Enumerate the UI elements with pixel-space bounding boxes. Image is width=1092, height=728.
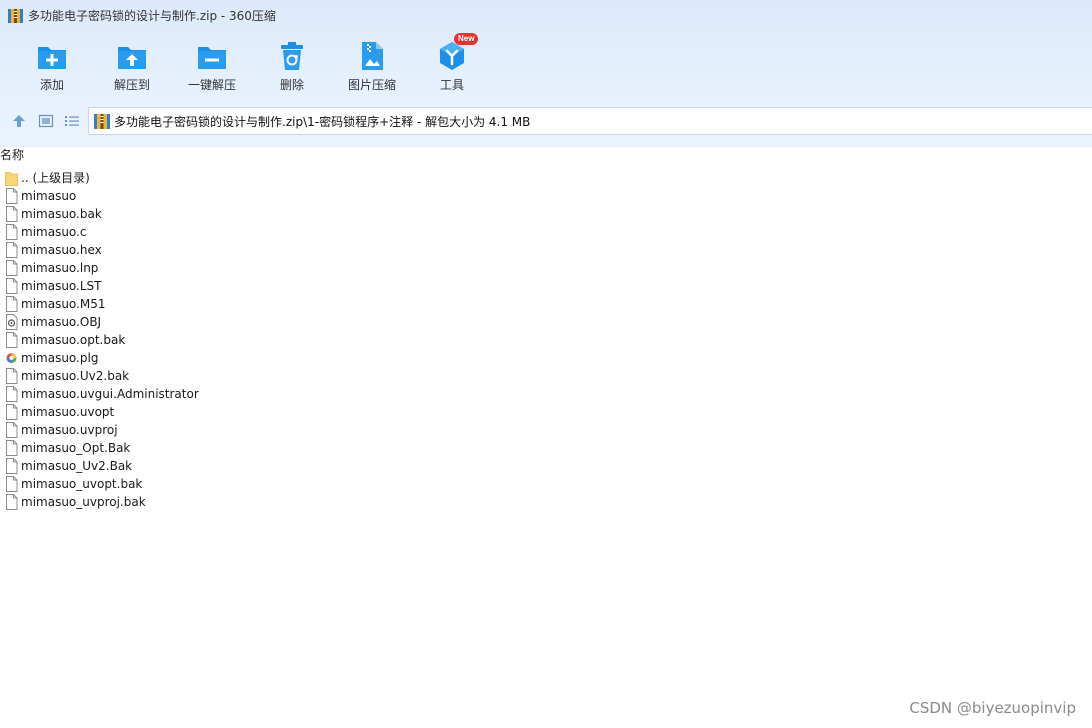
file-row[interactable]: mimasuo	[0, 187, 1092, 205]
file-name: mimasuo.M51	[21, 297, 106, 311]
zip-archive-icon	[94, 114, 110, 129]
navigation-bar: 多功能电子密码锁的设计与制作.zip\1-密码锁程序+注释 - 解包大小为 4.…	[0, 105, 1092, 137]
file-icon	[6, 206, 18, 222]
file-row[interactable]: mimasuo.Uv2.bak	[0, 367, 1092, 385]
file-row[interactable]: mimasuo.opt.bak	[0, 331, 1092, 349]
file-list: .. (上级目录) mimasuo mimasuo.bak mimasuo.c mima…	[0, 169, 1092, 511]
column-header-name[interactable]: 名称	[0, 147, 24, 163]
file-row[interactable]: mimasuo.plg	[0, 349, 1092, 367]
extract-to-button[interactable]: 解压到	[92, 38, 172, 98]
file-name: mimasuo_Opt.Bak	[21, 441, 131, 455]
title-bar: 多功能电子密码锁的设计与制作.zip - 360压缩	[0, 0, 1092, 32]
file-name: mimasuo.lnp	[21, 261, 99, 275]
file-row[interactable]: mimasuo.bak	[0, 205, 1092, 223]
file-name: mimasuo.Uv2.bak	[21, 369, 130, 383]
file-icon	[6, 386, 18, 402]
parent-directory-row[interactable]: .. (上级目录)	[0, 169, 1092, 187]
tools-label: 工具	[439, 78, 464, 92]
one-click-extract-icon	[198, 47, 226, 69]
file-name: mimasuo_uvopt.bak	[21, 477, 143, 491]
file-row[interactable]: mimasuo.uvgui.Administrator	[0, 385, 1092, 403]
add-icon	[38, 47, 66, 69]
file-icon	[6, 422, 18, 438]
delete-icon	[281, 42, 303, 70]
file-row[interactable]: mimasuo_uvopt.bak	[0, 475, 1092, 493]
address-path: 多功能电子密码锁的设计与制作.zip\1-密码锁程序+注释 - 解包大小为 4.…	[114, 115, 531, 129]
file-row[interactable]: mimasuo.uvopt	[0, 403, 1092, 421]
file-row[interactable]: mimasuo.lnp	[0, 259, 1092, 277]
archive-app-icon	[8, 9, 23, 23]
add-label: 添加	[39, 78, 64, 92]
delete-button[interactable]: 删除	[252, 38, 332, 98]
thumbnail-view-icon[interactable]	[38, 113, 54, 129]
new-badge: New	[454, 33, 479, 45]
file-name: mimasuo.c	[21, 225, 87, 239]
image-compress-icon	[362, 42, 383, 70]
file-name: mimasuo.uvopt	[21, 405, 115, 419]
file-icon	[6, 332, 18, 348]
file-icon	[6, 404, 18, 420]
extract-to-icon	[118, 47, 146, 69]
file-name: mimasuo.plg	[21, 351, 99, 365]
file-name: mimasuo.LST	[21, 279, 102, 293]
file-row[interactable]: mimasuo.c	[0, 223, 1092, 241]
window-title: 多功能电子密码锁的设计与制作.zip - 360压缩	[28, 9, 276, 23]
file-icon	[6, 476, 18, 492]
plg-file-icon	[6, 353, 17, 363]
folder-icon	[5, 172, 18, 186]
file-name: mimasuo.hex	[21, 243, 102, 257]
delete-label: 删除	[279, 78, 304, 92]
file-name: mimasuo.uvgui.Administrator	[21, 387, 199, 401]
file-row[interactable]: mimasuo_uvproj.bak	[0, 493, 1092, 511]
file-icon	[6, 242, 18, 258]
one-click-extract-button[interactable]: 一键解压	[172, 38, 252, 98]
file-icon	[6, 260, 18, 276]
file-name: mimasuo.OBJ	[21, 315, 102, 329]
file-icon	[6, 278, 18, 294]
file-name: mimasuo.uvproj	[21, 423, 118, 437]
file-name: mimasuo.opt.bak	[21, 333, 126, 347]
one-click-extract-label: 一键解压	[187, 78, 236, 92]
image-compress-button[interactable]: 图片压缩	[332, 38, 412, 98]
file-icon	[6, 368, 18, 384]
extract-to-label: 解压到	[113, 78, 150, 92]
up-arrow-icon[interactable]	[11, 113, 27, 129]
file-row[interactable]: mimasuo.LST	[0, 277, 1092, 295]
file-name: mimasuo_uvproj.bak	[21, 495, 146, 509]
file-name: mimasuo	[21, 189, 77, 203]
file-row[interactable]: mimasuo_Uv2.Bak	[0, 457, 1092, 475]
list-view-icon[interactable]	[64, 113, 80, 129]
tools-button[interactable]: New 工具	[412, 33, 492, 98]
file-icon	[6, 224, 18, 240]
image-compress-label: 图片压缩	[347, 78, 396, 92]
watermark: CSDN @biyezuopinvip	[909, 699, 1076, 717]
file-icon	[6, 458, 18, 474]
file-icon	[6, 188, 18, 204]
file-row[interactable]: mimasuo.uvproj	[0, 421, 1092, 439]
file-row[interactable]: mimasuo.OBJ	[0, 313, 1092, 331]
file-icon	[6, 296, 18, 312]
add-button[interactable]: 添加	[12, 38, 92, 98]
file-name: mimasuo_Uv2.Bak	[21, 459, 133, 473]
file-icon	[6, 494, 18, 510]
top-area: 多功能电子密码锁的设计与制作.zip - 360压缩 添加 解压到 一键解压 删…	[0, 0, 1092, 147]
file-row[interactable]: mimasuo.M51	[0, 295, 1092, 313]
file-icon	[6, 440, 18, 456]
file-name: .. (上级目录)	[21, 171, 90, 185]
file-name: mimasuo.bak	[21, 207, 102, 221]
file-row[interactable]: mimasuo.hex	[0, 241, 1092, 259]
file-row[interactable]: mimasuo_Opt.Bak	[0, 439, 1092, 457]
obj-file-icon	[6, 314, 18, 330]
address-bar[interactable]: 多功能电子密码锁的设计与制作.zip\1-密码锁程序+注释 - 解包大小为 4.…	[88, 107, 1092, 135]
